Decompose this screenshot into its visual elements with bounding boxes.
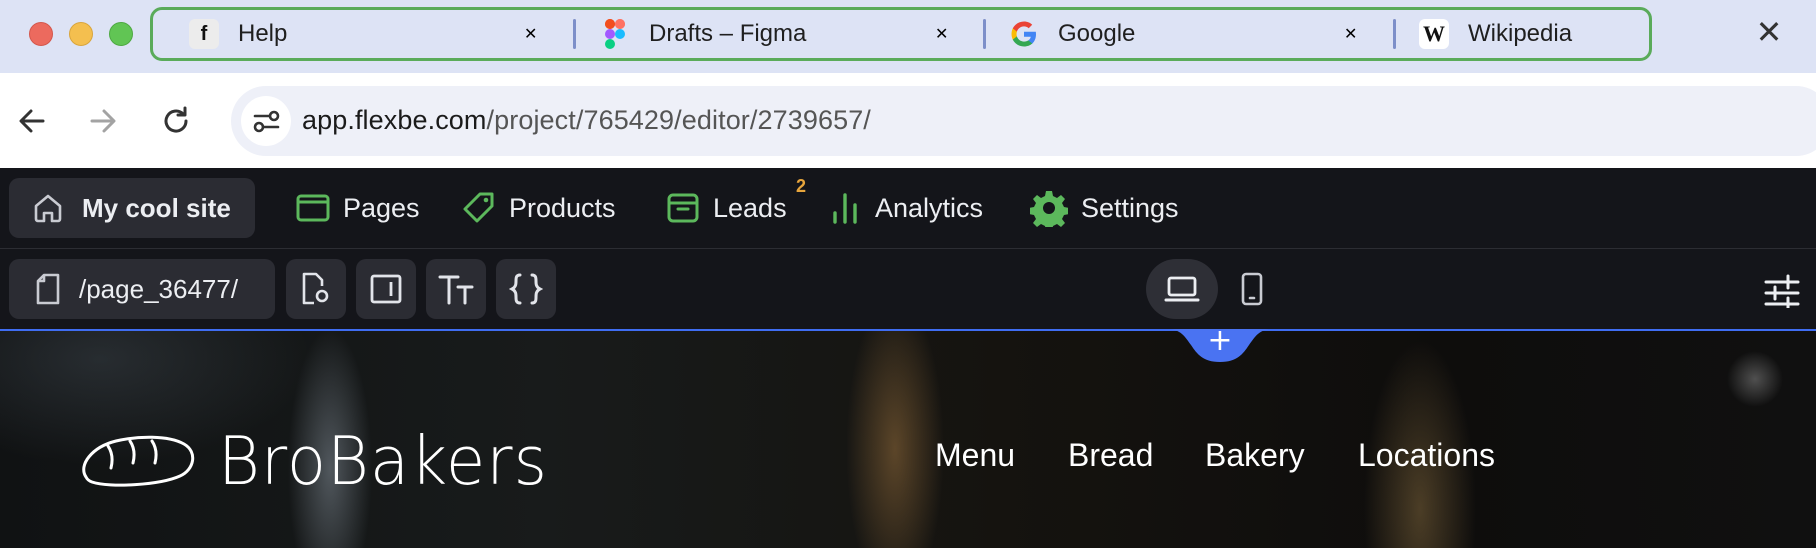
plus-icon: + (1207, 329, 1232, 358)
url-host: app.flexbe.com (302, 105, 487, 135)
text-style-icon (438, 275, 474, 305)
tune-icon (253, 110, 280, 133)
tab-separator (1393, 19, 1396, 49)
browser-toolbar: app.flexbe.com/project/765429/editor/273… (0, 73, 1816, 168)
nav-settings[interactable]: Settings (1030, 188, 1179, 228)
device-switcher (1146, 259, 1286, 319)
gear-icon (1030, 191, 1068, 227)
add-block-tab: + (1167, 323, 1273, 362)
reload-icon (164, 106, 188, 133)
nav-label: Products (509, 192, 616, 223)
site-menu-item[interactable]: Bread (1068, 437, 1153, 474)
figma-icon (600, 19, 630, 49)
wikipedia-icon: W (1419, 19, 1449, 49)
page-icon (36, 273, 60, 305)
inbox-icon (667, 193, 699, 223)
phone-icon (1241, 272, 1263, 306)
design-settings-button[interactable] (1764, 274, 1800, 310)
nav-label: Leads (713, 192, 787, 223)
custom-code-button[interactable] (496, 259, 556, 319)
tab-close-button[interactable]: ✕ (524, 10, 537, 58)
tab-wikipedia[interactable]: W Wikipedia (1419, 10, 1649, 58)
arrow-right-icon (90, 109, 116, 133)
text-style-button[interactable] (426, 259, 486, 319)
site-home-button[interactable]: My cool site (9, 178, 255, 238)
nav-label: Settings (1081, 192, 1179, 223)
site-menu-item[interactable]: Menu (935, 437, 1015, 474)
block-frame-icon (370, 274, 402, 304)
url-text: app.flexbe.com/project/765429/editor/273… (302, 105, 871, 136)
tab-figma[interactable]: Drafts – Figma (600, 10, 970, 58)
code-braces-icon (509, 273, 543, 305)
block-frame-button[interactable] (356, 259, 416, 319)
window-minimize-dot[interactable] (69, 22, 93, 46)
flexbe-icon: f (189, 19, 219, 49)
url-path: /project/765429/editor/2739657/ (486, 105, 871, 135)
add-block-button[interactable]: + (1167, 323, 1273, 362)
device-desktop-button[interactable] (1146, 259, 1218, 319)
back-button[interactable] (14, 103, 50, 139)
tag-icon (463, 192, 494, 223)
site-name: My cool site (82, 192, 231, 223)
google-icon (1009, 19, 1039, 49)
tab-separator (573, 19, 576, 49)
wikipedia-icon-letter: W (1423, 21, 1445, 46)
tab-google[interactable]: Google (1009, 10, 1379, 58)
window-zoom-dot[interactable] (109, 22, 133, 46)
tab-help[interactable]: f Help (189, 10, 559, 58)
tab-separator (983, 19, 986, 49)
leads-count-badge: 2 (796, 176, 807, 196)
site-logo[interactable]: BroBakers (78, 423, 548, 501)
browser-window-icon (296, 194, 330, 222)
device-mobile-button[interactable] (1216, 259, 1288, 319)
tab-title: Google (1058, 20, 1136, 47)
bread-loaf-icon (82, 435, 195, 487)
reload-button[interactable] (158, 103, 194, 139)
window-close-dot[interactable] (29, 22, 53, 46)
page-settings-icon (302, 272, 329, 305)
tab-title: Help (238, 20, 288, 47)
tab-close-button[interactable]: ✕ (1344, 10, 1357, 58)
page-path: /page_36477/ (79, 273, 239, 304)
site-menu-item[interactable]: Bakery (1205, 437, 1305, 474)
bar-chart-icon (833, 193, 857, 224)
tab-title: Wikipedia (1468, 20, 1573, 47)
sliders-icon (1764, 274, 1800, 310)
page-settings-button[interactable] (286, 259, 346, 319)
address-bar[interactable]: app.flexbe.com/project/765429/editor/273… (231, 86, 1816, 156)
close-all-tabs-button[interactable]: ✕ (1754, 16, 1784, 48)
site-menu-item[interactable]: Locations (1358, 437, 1495, 474)
nav-analytics[interactable]: Analytics (830, 188, 983, 228)
page-selector[interactable]: /page_36477/ (9, 259, 275, 319)
flexbe-icon-letter: f (200, 22, 208, 45)
app-navigation: My cool site Pages Products Leads 2 Anal… (0, 168, 1816, 249)
nav-leads[interactable]: Leads (666, 188, 787, 228)
tab-title: Drafts – Figma (649, 20, 807, 47)
editor-toolbar: /page_36477/ (0, 250, 1816, 330)
forward-button[interactable] (85, 103, 121, 139)
nav-label: Pages (343, 192, 420, 223)
browser-tab-strip: f Help ✕ Drafts – Figma ✕ Google ✕ W Wik… (0, 0, 1816, 73)
laptop-icon (1164, 276, 1200, 302)
nav-label: Analytics (875, 192, 984, 223)
site-preview-canvas[interactable]: BroBakers Menu Bread Bakery Locations (0, 329, 1816, 548)
nav-products[interactable]: Products (462, 188, 616, 228)
arrow-left-icon (19, 109, 45, 133)
brand-name: BroBakers (218, 423, 548, 501)
nav-pages[interactable]: Pages (296, 188, 420, 228)
block-boundary-line (0, 329, 1816, 331)
tab-close-button[interactable]: ✕ (935, 10, 948, 58)
site-info-button[interactable] (241, 96, 291, 146)
home-icon (34, 194, 62, 223)
